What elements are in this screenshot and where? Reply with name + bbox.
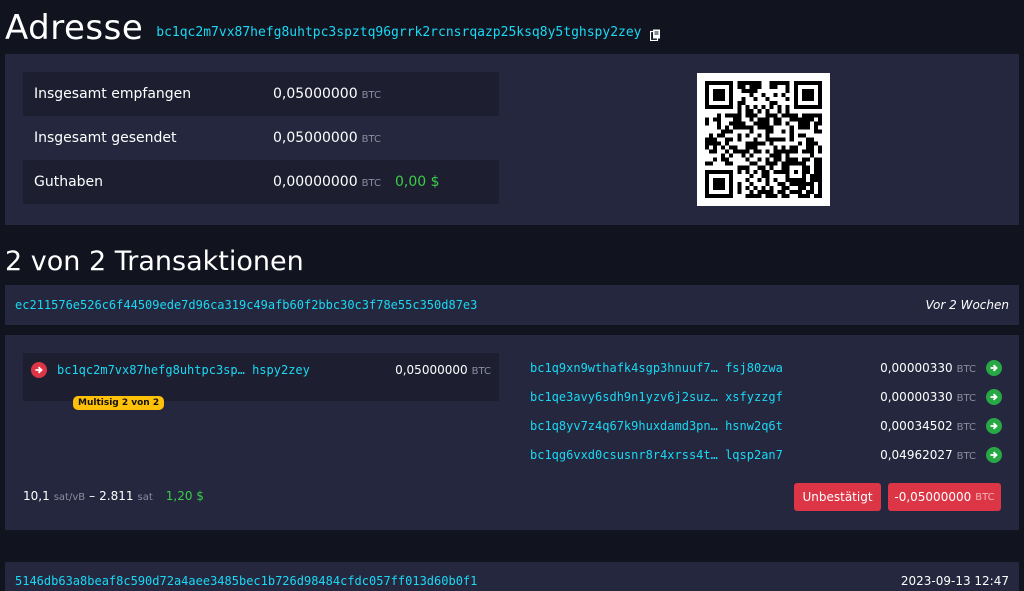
address-start: bc1qg6vxd0csusnr8r4xrss4t…: [530, 447, 718, 462]
fee-total: 2.811: [99, 489, 134, 503]
transactions-title: 2 von 2 Transaktionen: [5, 246, 304, 277]
btc-amount: 0,04962027: [880, 447, 953, 462]
btc-unit: BTC: [471, 366, 491, 377]
stats-row-balance: Guthaben 0,00000000 BTC 0,00 $: [23, 160, 499, 204]
stats-label: Insgesamt empfangen: [34, 86, 192, 102]
unconfirmed-button[interactable]: Unbestätigt: [794, 483, 881, 511]
btc-unit: BTC: [956, 450, 976, 462]
address-start: bc1qe3avy6sdh9n1yzv6j2suz…: [530, 389, 718, 404]
arrow-right-circle-icon[interactable]: [986, 388, 1002, 405]
btc-unit: BTC: [361, 90, 381, 101]
address-start: bc1qc2m7vx87hefg8uhtpc3sp…: [57, 363, 245, 377]
output-amount: 0,04962027 BTC: [855, 448, 976, 462]
output-amount: 0,00000330 BTC: [855, 390, 976, 404]
page-title: Adresse: [5, 8, 144, 48]
output-amount: 0,00000330 BTC: [855, 361, 976, 375]
btc-unit: BTC: [956, 392, 976, 404]
btc-amount: 0,05000000: [273, 130, 358, 146]
btc-amount: 0,00000000: [273, 174, 358, 190]
address-end: fsj80zwa: [725, 360, 783, 375]
stats-row-received: Insgesamt empfangen 0,05000000 BTC: [23, 72, 499, 116]
fiat-amount: 0,00 $: [395, 174, 440, 190]
btc-amount: 0,00000330: [880, 389, 953, 404]
fee-separator: –: [89, 489, 96, 503]
fee-rate-unit: sat/vB: [53, 492, 86, 503]
stats-label: Guthaben: [34, 174, 104, 190]
btc-unit: BTC: [956, 363, 976, 375]
arrow-right-circle-icon[interactable]: [986, 446, 1002, 463]
output-address-link[interactable]: bc1q9xn9wthafk4sgp3hnuuf7… fsj80zwa: [530, 361, 855, 375]
address-start: bc1q9xn9wthafk4sgp3hnuuf7…: [530, 360, 718, 375]
transaction-header: 5146db63a8beaf8c590d72a4aee3485bec1b726d…: [5, 562, 1019, 591]
page-header: Adresse bc1qc2m7vx87hefg8uhtpc3spztq96gr…: [5, 8, 661, 48]
address-summary: Insgesamt empfangen 0,05000000 BTC Insge…: [5, 54, 1019, 225]
btc-unit: BTC: [361, 134, 381, 145]
transaction-details: bc1qc2m7vx87hefg8uhtpc3sp… hspy2zey 0,05…: [5, 335, 1019, 530]
address-qr-code: [697, 73, 830, 206]
btc-amount: 0,05000000: [395, 363, 468, 377]
output-address-link[interactable]: bc1qg6vxd0csusnr8r4xrss4t… lqsp2an7: [530, 448, 855, 462]
fee-fiat: 1,20 $: [165, 489, 204, 503]
btc-unit: BTC: [361, 178, 381, 189]
btc-amount: 0,05000000: [273, 86, 358, 102]
stats-value: 0,05000000 BTC: [273, 86, 381, 102]
stats-value: 0,00000000 BTC 0,00 $: [273, 174, 440, 190]
multisig-badge: Multisig 2 von 2: [73, 396, 165, 410]
output-address-link[interactable]: bc1q8yv7z4q67k9huxdamd3pn… hsnw2q6t: [530, 419, 855, 433]
copy-icon[interactable]: [649, 26, 661, 42]
address-title: bc1qc2m7vx87hefg8uhtpc3spztq96grrk2rcnsr…: [156, 24, 642, 40]
address-end: hsnw2q6t: [725, 418, 783, 433]
arrow-right-circle-icon[interactable]: [986, 359, 1002, 376]
arrow-right-circle-icon[interactable]: [986, 417, 1002, 434]
stats-value: 0,05000000 BTC: [273, 130, 381, 146]
transaction-time: Vor 2 Wochen: [925, 298, 1009, 312]
input-line: bc1qc2m7vx87hefg8uhtpc3sp… hspy2zey 0,05…: [31, 361, 491, 379]
address-end: lqsp2an7: [725, 447, 783, 462]
btc-amount: 0,00000330: [880, 360, 953, 375]
address-end: xsfyzzgf: [725, 389, 783, 404]
btc-amount: 0,00034502: [880, 418, 953, 433]
address-start: bc1q8yv7z4q67k9huxdamd3pn…: [530, 418, 718, 433]
input-amount: 0,05000000 BTC: [381, 363, 491, 377]
output-amount: 0,00034502 BTC: [855, 419, 976, 433]
fee-total-unit: sat: [137, 492, 153, 503]
stats-table: Insgesamt empfangen 0,05000000 BTC Insge…: [23, 72, 499, 204]
fee-info: 10,1 sat/vB – 2.811 sat 1,20 $: [23, 489, 204, 503]
transaction-input: bc1qc2m7vx87hefg8uhtpc3sp… hspy2zey 0,05…: [23, 353, 499, 410]
output-row: bc1qe3avy6sdh9n1yzv6j2suz… xsfyzzgf 0,00…: [530, 382, 1010, 411]
fee-rate: 10,1: [23, 489, 50, 503]
net-amount-button[interactable]: -0,05000000 BTC: [888, 483, 1001, 511]
output-row: bc1q8yv7z4q67k9huxdamd3pn… hsnw2q6t 0,00…: [530, 411, 1010, 440]
arrow-right-circle-icon[interactable]: [31, 362, 47, 378]
txid-link[interactable]: 5146db63a8beaf8c590d72a4aee3485bec1b726d…: [15, 574, 477, 588]
txid-link[interactable]: ec211576e526c6f44509ede7d96ca319c49afb60…: [15, 298, 477, 312]
transaction-header: ec211576e526c6f44509ede7d96ca319c49afb60…: [5, 285, 1019, 325]
btc-unit: BTC: [956, 421, 976, 433]
stats-label: Insgesamt gesendet: [34, 130, 177, 146]
transaction-outputs: bc1q9xn9wthafk4sgp3hnuuf7… fsj80zwa 0,00…: [530, 353, 1010, 469]
input-address-link[interactable]: bc1qc2m7vx87hefg8uhtpc3sp… hspy2zey: [57, 363, 381, 377]
output-row: bc1q9xn9wthafk4sgp3hnuuf7… fsj80zwa 0,00…: [530, 353, 1010, 382]
btc-amount: -0,05000000: [894, 490, 972, 504]
stats-row-sent: Insgesamt gesendet 0,05000000 BTC: [23, 116, 499, 160]
qr-code-image: [705, 81, 822, 198]
output-row: bc1qg6vxd0csusnr8r4xrss4t… lqsp2an7 0,04…: [530, 440, 1010, 469]
btc-unit: BTC: [975, 491, 995, 503]
transaction-time: 2023-09-13 12:47: [900, 574, 1009, 588]
address-end: hspy2zey: [252, 363, 310, 377]
output-address-link[interactable]: bc1qe3avy6sdh9n1yzv6j2suz… xsfyzzgf: [530, 390, 855, 404]
